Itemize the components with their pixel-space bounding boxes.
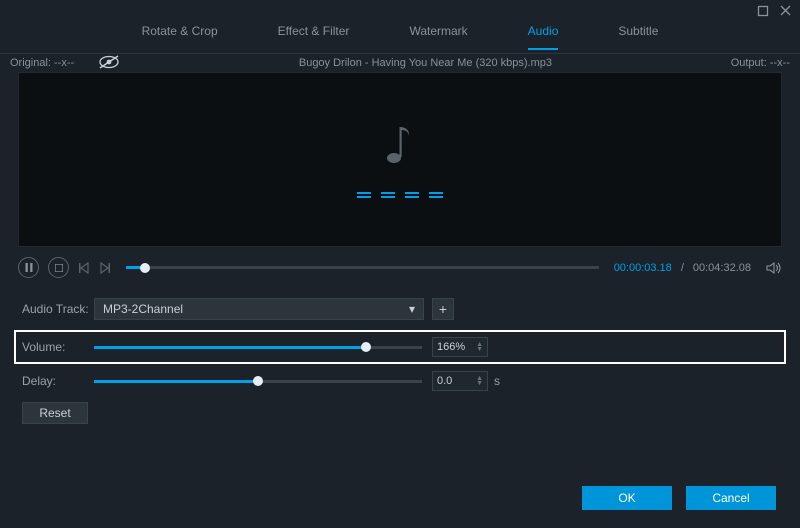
delay-label: Delay:	[22, 374, 94, 388]
prev-track-button[interactable]	[78, 262, 90, 274]
volume-icon[interactable]	[766, 261, 782, 275]
delay-value: 0.0	[437, 375, 452, 387]
close-icon[interactable]	[779, 4, 792, 20]
audio-track-value: MP3-2Channel	[103, 302, 183, 316]
duration: 00:04:32.08	[693, 262, 751, 274]
reset-button[interactable]: Reset	[22, 402, 88, 424]
maximize-icon[interactable]	[757, 5, 769, 20]
tab-effect-filter[interactable]: Effect & Filter	[278, 24, 350, 48]
original-dim: Original: --x--	[10, 57, 74, 69]
stop-button[interactable]	[48, 257, 69, 278]
cancel-button[interactable]: Cancel	[686, 486, 776, 510]
audio-track-label: Audio Track:	[22, 302, 94, 316]
playback-progress[interactable]	[126, 266, 599, 269]
volume-slider[interactable]	[94, 346, 422, 349]
delay-unit: s	[494, 374, 500, 388]
tab-watermark[interactable]: Watermark	[409, 24, 467, 48]
music-note-icon	[385, 122, 415, 166]
preview-area	[18, 72, 782, 247]
volume-value: 166%	[437, 341, 465, 353]
filename: Bugoy Drilon - Having You Near Me (320 k…	[120, 57, 731, 69]
volume-value-stepper[interactable]: 166% ▲▼	[432, 337, 488, 357]
chevron-down-icon: ▾	[409, 302, 415, 316]
volume-label: Volume:	[22, 340, 94, 354]
tab-audio[interactable]: Audio	[528, 24, 559, 50]
volume-row-highlight: Volume: 166% ▲▼	[14, 330, 786, 364]
delay-value-stepper[interactable]: 0.0 ▲▼	[432, 371, 488, 391]
tab-subtitle[interactable]: Subtitle	[618, 24, 658, 48]
audio-track-select[interactable]: MP3-2Channel ▾	[94, 298, 424, 320]
output-dim: Output: --x--	[731, 57, 790, 69]
next-track-button[interactable]	[99, 262, 111, 274]
ok-button[interactable]: OK	[582, 486, 672, 510]
delay-slider[interactable]	[94, 380, 422, 383]
time-sep: /	[681, 262, 684, 274]
equalizer-icon	[357, 196, 443, 198]
tab-rotate-crop[interactable]: Rotate & Crop	[142, 24, 218, 48]
current-time: 00:00:03.18	[614, 262, 672, 274]
add-audio-track-button[interactable]: +	[432, 298, 454, 320]
pause-button[interactable]	[18, 257, 39, 278]
visibility-toggle-icon[interactable]	[98, 55, 120, 72]
